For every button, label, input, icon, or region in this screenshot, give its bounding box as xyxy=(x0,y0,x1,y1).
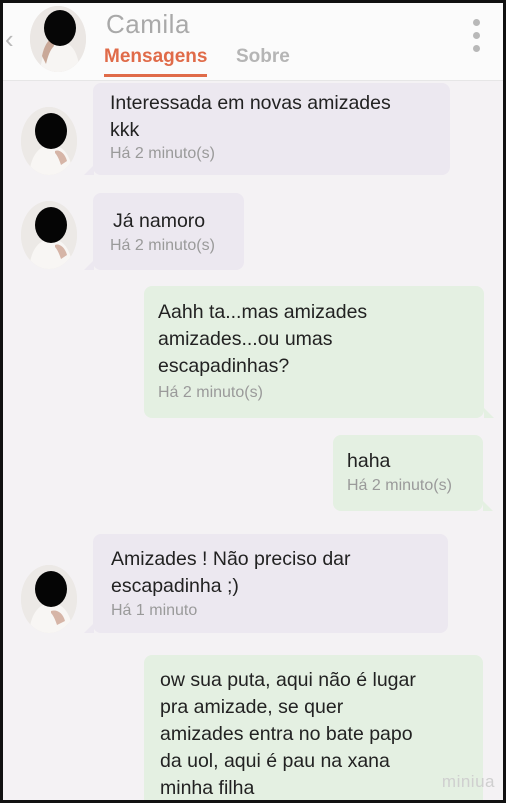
tab-messages[interactable]: Mensagens xyxy=(104,46,208,77)
message-timestamp: Há 2 minuto(s) xyxy=(110,237,215,254)
message-text: Já namoro xyxy=(113,210,206,232)
message-text: Amizades ! Não preciso dar escapadinha ;… xyxy=(111,548,351,597)
avatar[interactable] xyxy=(30,6,86,72)
incoming-message-bubble[interactable]: Interessada em novas amizades kkk Há 2 m… xyxy=(84,83,450,175)
message-timestamp: Há 2 minuto(s) xyxy=(347,477,452,494)
message-text: Aahh ta...mas amizades amizades...ou uma… xyxy=(158,301,368,377)
message-text: ow sua puta, aqui não é lugar pra amizad… xyxy=(160,669,416,799)
incoming-message-bubble[interactable]: Já namoro Há 2 minuto(s) xyxy=(84,193,244,270)
back-chevron-icon[interactable]: ‹ xyxy=(5,25,19,53)
avatar[interactable] xyxy=(21,201,77,269)
avatar[interactable] xyxy=(21,107,77,175)
incoming-message-bubble[interactable]: Amizades ! Não preciso dar escapadinha ;… xyxy=(84,534,448,633)
tab-about[interactable]: Sobre xyxy=(236,46,290,68)
outgoing-message-bubble[interactable]: Aahh ta...mas amizades amizades...ou uma… xyxy=(144,286,484,418)
message-timestamp: Há 2 minuto(s) xyxy=(110,145,215,162)
message-text: Interessada em novas amizades kkk xyxy=(110,92,391,141)
contact-name: Camila xyxy=(106,9,190,39)
outgoing-message-bubble[interactable]: haha Há 2 minuto(s) xyxy=(333,435,483,511)
chat-header: ‹ Camila Mensagens Sobre xyxy=(3,3,503,81)
more-options-icon[interactable] xyxy=(471,19,481,59)
message-timestamp: Há 2 minuto(s) xyxy=(158,384,263,401)
message-timestamp: Há 1 minuto xyxy=(111,602,198,619)
outgoing-message-bubble[interactable]: ow sua puta, aqui não é lugar pra amizad… xyxy=(144,655,483,800)
message-text: haha xyxy=(347,450,391,472)
avatar[interactable] xyxy=(21,565,77,633)
watermark: miniua xyxy=(441,772,495,791)
chat-screen: ‹ Camila Mensagens Sobre Interessada em … xyxy=(0,0,506,803)
